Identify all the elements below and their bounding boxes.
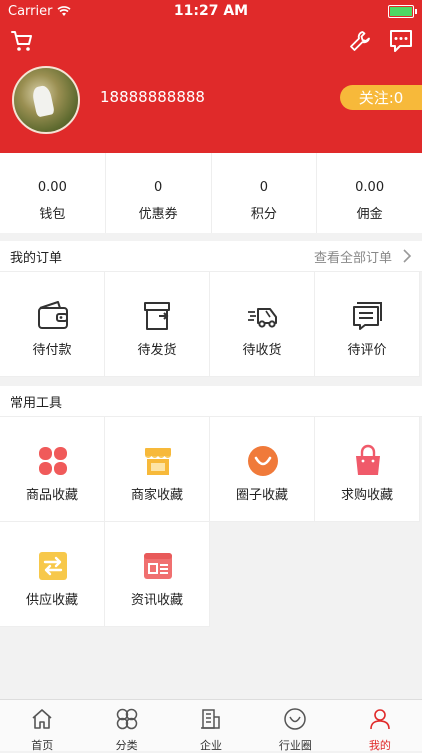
tab-bar: 首页 分类 企业 行业圈 我的 <box>0 699 422 752</box>
user-icon <box>370 709 390 730</box>
stat-label: 优惠券 <box>138 207 178 222</box>
bag-icon <box>356 444 380 475</box>
circle-icon <box>284 708 307 730</box>
message-icon[interactable] <box>388 28 414 54</box>
category-icon <box>116 708 137 730</box>
profile-header: 18888888888 关注:0 <box>0 22 422 153</box>
building-icon <box>201 709 220 729</box>
tab-label: 企业 <box>200 739 223 752</box>
carrier-label: Carrier <box>8 3 53 19</box>
wifi-icon <box>57 5 72 16</box>
tool-label: 供应收藏 <box>25 593 78 608</box>
orders-header: 我的订单 查看全部订单 <box>0 241 422 272</box>
stats-row: 0.00 钱包 0 优惠券 0 积分 0.00 佣金 <box>0 153 422 233</box>
news-icon <box>144 553 172 579</box>
order-pending-receipt[interactable]: 待收货 <box>210 272 315 377</box>
tool-news-favorites[interactable]: 资讯收藏 <box>105 522 210 627</box>
tab-label: 首页 <box>31 739 54 752</box>
cart-icon[interactable] <box>10 29 34 53</box>
stat-label: 积分 <box>250 207 277 222</box>
tab-label: 分类 <box>115 739 138 752</box>
tab-label: 行业圈 <box>278 739 312 752</box>
tool-label: 资讯收藏 <box>130 593 183 608</box>
orders-grid: 待付款 待发货 待收货 待评价 <box>0 272 422 377</box>
tool-label: 商品收藏 <box>25 488 78 503</box>
tools-title: 常用工具 <box>10 395 63 411</box>
order-label: 待付款 <box>32 343 72 358</box>
stat-coupons[interactable]: 0 优惠券 <box>106 153 212 233</box>
wallet-icon <box>38 301 68 329</box>
tab-home[interactable]: 首页 <box>0 700 84 752</box>
tool-label: 商家收藏 <box>130 488 183 503</box>
order-pending-payment[interactable]: 待付款 <box>0 272 105 377</box>
truck-icon <box>248 308 277 328</box>
home-icon <box>32 709 52 729</box>
stat-value: 0 <box>153 180 163 195</box>
avatar-figure <box>31 84 55 118</box>
box-icon <box>144 302 170 330</box>
order-label: 待收货 <box>242 343 282 358</box>
stat-wallet[interactable]: 0.00 钱包 <box>0 153 106 233</box>
tools-header: 常用工具 <box>0 386 422 417</box>
view-all-orders-link[interactable]: 查看全部订单 <box>314 247 392 266</box>
stat-value: 0 <box>259 180 269 195</box>
comment-icon <box>353 302 382 330</box>
wrench-icon[interactable] <box>348 29 372 53</box>
tab-mine[interactable]: 我的 <box>338 700 422 752</box>
stat-label: 佣金 <box>356 207 383 222</box>
exchange-icon <box>39 552 67 580</box>
clover-icon <box>39 447 67 475</box>
chevron-right-icon[interactable] <box>402 249 412 263</box>
tab-label: 我的 <box>368 739 391 752</box>
tools-grid: 商品收藏 商家收藏 圈子收藏 求购收藏 供应收藏 资讯收藏 <box>0 417 422 627</box>
tool-label: 求购收藏 <box>340 488 393 503</box>
shop-icon <box>145 448 171 475</box>
avatar[interactable] <box>12 66 80 134</box>
stat-value: 0.00 <box>355 180 385 195</box>
tool-product-favorites[interactable]: 商品收藏 <box>0 417 105 522</box>
tool-circle-favorites[interactable]: 圈子收藏 <box>210 417 315 522</box>
tool-label: 圈子收藏 <box>235 488 288 503</box>
stat-label: 钱包 <box>39 207 66 222</box>
tab-enterprise[interactable]: 企业 <box>169 700 253 752</box>
tab-industry-circle[interactable]: 行业圈 <box>253 700 337 752</box>
stat-points[interactable]: 0 积分 <box>212 153 318 233</box>
tool-purchase-favorites[interactable]: 求购收藏 <box>315 417 420 522</box>
carrier: Carrier <box>8 3 72 19</box>
phone-number: 18888888888 <box>100 88 205 106</box>
order-label: 待评价 <box>347 343 387 358</box>
status-bar: Carrier 11:27 AM <box>0 0 422 22</box>
stat-value: 0.00 <box>37 180 67 195</box>
orders-title: 我的订单 <box>10 250 63 266</box>
order-label: 待发货 <box>137 343 177 358</box>
order-pending-shipment[interactable]: 待发货 <box>105 272 210 377</box>
tool-shop-favorites[interactable]: 商家收藏 <box>105 417 210 522</box>
follow-button[interactable]: 关注:0 <box>340 85 422 110</box>
order-pending-review[interactable]: 待评价 <box>315 272 420 377</box>
battery-icon <box>388 5 417 18</box>
tab-category[interactable]: 分类 <box>84 700 168 752</box>
tool-supply-favorites[interactable]: 供应收藏 <box>0 522 105 627</box>
stat-commission[interactable]: 0.00 佣金 <box>317 153 422 233</box>
smile-icon <box>248 446 278 476</box>
